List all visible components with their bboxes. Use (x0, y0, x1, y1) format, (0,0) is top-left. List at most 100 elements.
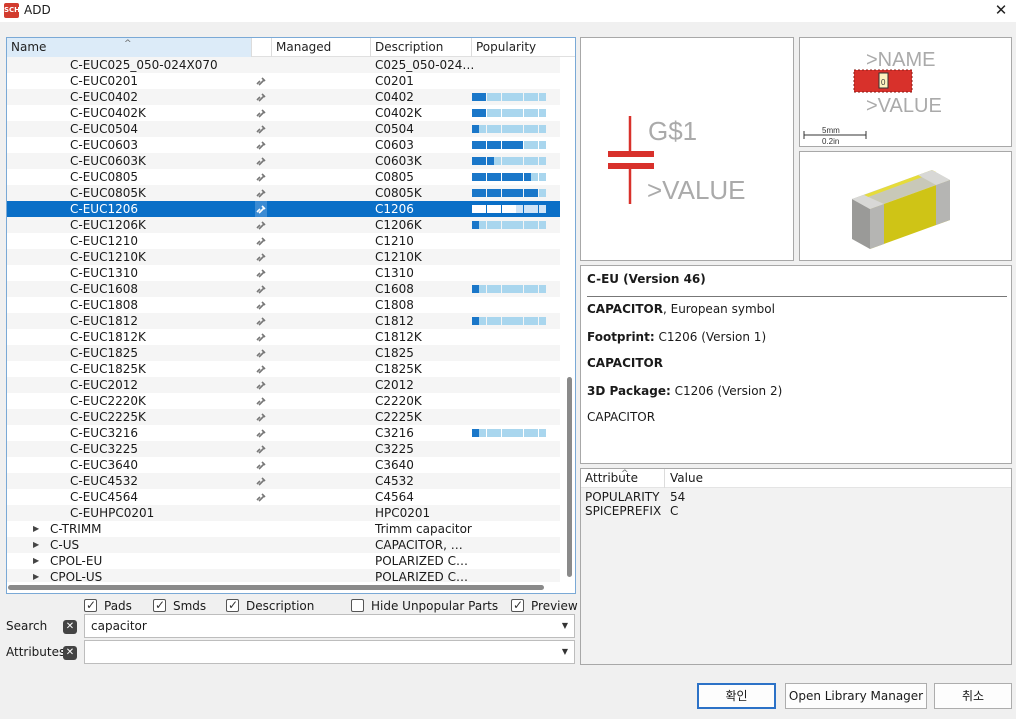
device-description: C1206K (375, 218, 422, 232)
package-name-text: >NAME (866, 49, 935, 71)
tree-row[interactable]: C-EUC0603 C0603 (7, 137, 560, 153)
expand-arrow-icon[interactable]: ▶ (33, 521, 39, 537)
horizontal-scroll-thumb[interactable] (8, 585, 544, 590)
library-tree[interactable]: Name^ Managed Folder Description Popular… (6, 37, 576, 594)
device-name: C-EUC3216 (70, 426, 138, 440)
tree-row[interactable]: C-EUC1608 C1608 (7, 281, 560, 297)
check-icon: ✓ (155, 598, 166, 612)
smds-checkbox[interactable]: ✓ Smds (153, 598, 213, 614)
device-name: C-EUC0201 (70, 74, 138, 88)
popularity-segment (531, 221, 539, 229)
tree-row[interactable]: C-EUC4564 C4564 (7, 489, 560, 505)
link-icon (255, 89, 267, 105)
device-name: C-EUC2012 (70, 378, 138, 392)
tree-row[interactable]: C-EUC1210K C1210K (7, 249, 560, 265)
popularity-bar (472, 317, 546, 325)
preview-checkbox[interactable]: ✓ Preview (511, 598, 579, 614)
device-description: C2012 (375, 378, 414, 392)
clear-search-icon[interactable]: ✕ (63, 620, 77, 634)
tree-row[interactable]: C-EUC1210 C1210 (7, 233, 560, 249)
device-name: C-EUC025_050-024X070 (70, 58, 218, 72)
smds-checkbox-box[interactable]: ✓ (153, 598, 166, 612)
search-input[interactable]: capacitor ▼ (84, 614, 575, 638)
description-checkbox-box[interactable]: ✓ (226, 598, 239, 612)
pads-checkbox[interactable]: ✓ Pads (84, 598, 144, 614)
popularity-segment (516, 429, 524, 437)
tree-row[interactable]: C-EUC1825K C1825K (7, 361, 560, 377)
column-header-description[interactable]: Description (371, 38, 472, 57)
tree-row[interactable]: ▶ CPOL-EU POLARIZED C… (7, 553, 560, 569)
horizontal-scrollbar[interactable] (7, 582, 575, 593)
popularity-segment (472, 173, 479, 181)
popularity-segment (486, 173, 494, 181)
tree-row[interactable]: C-EUC0402 C0402 (7, 89, 560, 105)
hide-unpopular-checkbox[interactable]: Hide Unpopular Parts (351, 598, 501, 614)
tree-row-selected[interactable]: C-EUC1206 C1206 (7, 201, 560, 217)
vertical-scrollbar[interactable] (564, 57, 575, 582)
tree-row[interactable]: C-EUC3216 C3216 (7, 425, 560, 441)
search-dropdown-arrow-icon[interactable]: ▼ (562, 615, 568, 637)
tree-row[interactable]: C-EUC1808 C1808 (7, 297, 560, 313)
tree-row[interactable]: C-EUC4532 C4532 (7, 473, 560, 489)
popularity-segment (472, 317, 479, 325)
expand-arrow-icon[interactable]: ▶ (33, 553, 39, 569)
link-icon (255, 201, 267, 217)
tree-row[interactable]: C-EUC2012 C2012 (7, 377, 560, 393)
sort-caret-icon: ^ (621, 469, 629, 479)
column-header-value[interactable]: Value (666, 469, 703, 488)
popularity-segment (516, 157, 524, 165)
open-library-manager-button[interactable]: Open Library Manager (785, 683, 927, 709)
tree-row[interactable]: C-EUC2225K C2225K (7, 409, 560, 425)
attribute-row[interactable]: SPICEPREFIX C (581, 504, 1011, 518)
svg-text:0: 0 (881, 78, 886, 87)
tree-row[interactable]: C-EUC025_050-024X070 C025_050-024… (7, 57, 560, 73)
tree-row[interactable]: C-EUHPC0201 HPC0201 (7, 505, 560, 521)
device-name: C-EUC4564 (70, 490, 138, 504)
attributes-dropdown-arrow-icon[interactable]: ▼ (562, 641, 568, 663)
link-icon (255, 153, 267, 169)
tree-row[interactable]: C-EUC3225 C3225 (7, 441, 560, 457)
tree-row[interactable]: C-EUC2220K C2220K (7, 393, 560, 409)
column-header-managed-folder[interactable]: Managed Folder (272, 38, 371, 73)
tree-row[interactable]: C-EUC0805 C0805 (7, 169, 560, 185)
popularity-segment (509, 93, 516, 101)
tree-row[interactable]: C-EUC0603K C0603K (7, 153, 560, 169)
column-header-popularity[interactable]: Popularity (472, 38, 560, 57)
tree-row[interactable]: C-EUC0504 C0504 (7, 121, 560, 137)
column-header-name[interactable]: Name ^ (7, 38, 252, 57)
pads-checkbox-box[interactable]: ✓ (84, 598, 97, 612)
popularity-segment (486, 205, 494, 213)
tree-row[interactable]: C-EUC0402K C0402K (7, 105, 560, 121)
tree-row[interactable]: ▶ C-TRIMM Trimm capacitor (7, 521, 560, 537)
tree-row[interactable]: C-EUC1206K C1206K (7, 217, 560, 233)
device-description: C2225K (375, 410, 422, 424)
preview-checkbox-box[interactable]: ✓ (511, 598, 524, 612)
tree-row[interactable]: ▶ CPOL-US POLARIZED C… (7, 569, 560, 582)
popularity-bar (472, 285, 546, 293)
device-name: C-EUC1210K (70, 250, 146, 264)
tree-row[interactable]: C-EUC0805K C0805K (7, 185, 560, 201)
expand-arrow-icon[interactable]: ▶ (33, 537, 39, 553)
tree-row[interactable]: C-EUC1825 C1825 (7, 345, 560, 361)
cancel-button[interactable]: 취소 (934, 683, 1012, 709)
attributes-input[interactable]: ▼ (84, 640, 575, 664)
3d-package-preview[interactable] (799, 151, 1012, 261)
popularity-segment (479, 157, 487, 165)
ok-button[interactable]: 확인 (697, 683, 776, 709)
column-header-attribute[interactable]: Attribute ^ (581, 469, 665, 488)
tree-row[interactable]: C-EUC0201 C0201 (7, 73, 560, 89)
tree-row[interactable]: C-EUC3640 C3640 (7, 457, 560, 473)
vertical-scroll-thumb[interactable] (567, 377, 572, 577)
column-header-link[interactable] (252, 38, 272, 57)
device-description: C025_050-024… (375, 58, 475, 72)
clear-attributes-icon[interactable]: ✕ (63, 646, 77, 660)
attribute-row[interactable]: POPULARITY 54 (581, 490, 1011, 504)
tree-row[interactable]: C-EUC1812 C1812 (7, 313, 560, 329)
expand-arrow-icon[interactable]: ▶ (33, 569, 39, 582)
tree-row[interactable]: C-EUC1812K C1812K (7, 329, 560, 345)
tree-row[interactable]: C-EUC1310 C1310 (7, 265, 560, 281)
close-icon[interactable]: ✕ (992, 1, 1010, 19)
description-checkbox[interactable]: ✓ Description (226, 598, 326, 614)
tree-row[interactable]: ▶ C-US CAPACITOR, … (7, 537, 560, 553)
hide-unpopular-checkbox-box[interactable] (351, 599, 364, 612)
